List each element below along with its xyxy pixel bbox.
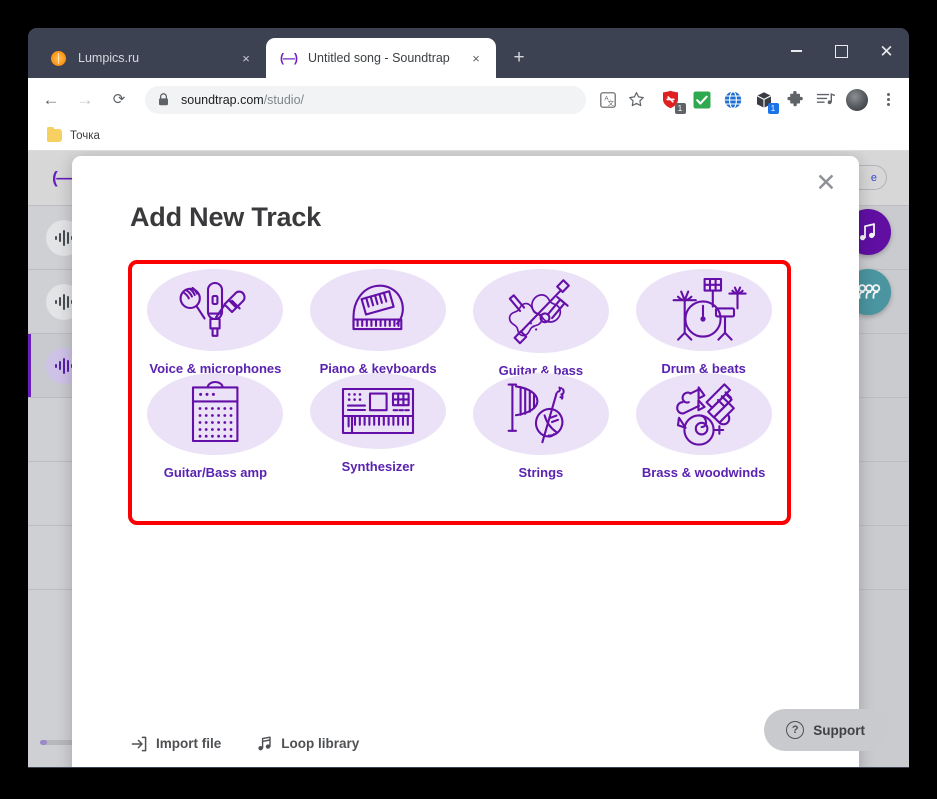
forward-arrow-icon: → [76,90,94,109]
extension-icons: 1 1 [655,87,901,114]
tab-close-button[interactable]: × [236,48,256,68]
back-button[interactable]: ← [36,85,66,115]
folder-icon [47,126,62,142]
window-controls: ✕ [774,28,909,74]
import-file-icon [130,735,147,752]
reload-button[interactable]: ⟳ [104,85,134,115]
loop-library-icon [255,735,272,752]
browser-window: Lumpics.ru × (—) Untitled song - Soundtr… [28,28,909,768]
footer-link-label: Loop library [281,736,360,751]
back-arrow-icon: ← [42,90,60,109]
music-list-extension-icon[interactable] [813,87,839,113]
three-dots-icon[interactable] [875,87,901,113]
address-bar-text: soundtrap.com/studio/ [181,93,304,107]
desktop-background: Lumpics.ru × (—) Untitled song - Soundtr… [0,0,937,799]
bookmark-label: Точка [70,129,100,142]
tab-lumpics[interactable]: Lumpics.ru × [36,38,266,78]
question-mark-icon: ? [786,721,805,739]
translate-icon[interactable]: A 文 [595,87,621,113]
box-extension-icon[interactable]: 1 [751,87,779,114]
new-tab-button[interactable]: + [504,43,534,73]
support-button[interactable]: ? Support [764,709,887,751]
window-minimize-button[interactable] [774,28,819,74]
import-file-button[interactable]: Import file [130,735,221,752]
tab-strip: Lumpics.ru × (—) Untitled song - Soundtr… [28,28,909,78]
tab-title: Lumpics.ru [78,51,140,65]
window-close-button[interactable]: ✕ [864,28,909,74]
support-label: Support [813,722,865,738]
orange-circle-icon [50,50,67,67]
tab-close-button[interactable]: × [466,48,486,68]
svg-text:文: 文 [608,98,615,107]
bookmark-item-tochka[interactable]: Точка [40,124,107,148]
page-viewport: (—) e ✕ Add New Track Voice & microphone… [28,151,909,767]
reload-icon: ⟳ [112,91,126,108]
checkmark-extension-icon[interactable] [689,87,715,113]
lock-icon [157,93,170,106]
browser-toolbar: ← → ⟳ soundtrap.com/studio/ A 文 1 1 [28,78,909,121]
window-maximize-button[interactable] [819,28,864,74]
globe-extension-icon[interactable] [720,87,746,113]
forward-button[interactable]: → [70,85,100,115]
modal-overlay: ✕ Add New Track Voice & microphones Pian… [28,151,909,767]
address-bar[interactable]: soundtrap.com/studio/ [145,85,586,114]
extension-badge: 1 [674,102,686,114]
adblock-extension-icon[interactable]: 1 [658,87,686,114]
close-icon[interactable]: ✕ [809,166,843,200]
add-new-track-modal: ✕ Add New Track Voice & microphones Pian… [72,156,859,767]
extension-badge: 1 [767,102,779,114]
highlight-annotation-box [128,260,791,525]
url-path: /studio/ [263,92,304,107]
page-title: Add New Track [130,202,321,232]
bookmarks-bar: Точка [28,121,909,151]
url-host: soundtrap.com [181,92,264,107]
loop-library-button[interactable]: Loop library [255,735,359,752]
modal-footer: Import file Loop library [130,735,393,752]
tab-title: Untitled song - Soundtrap [308,51,450,65]
star-icon[interactable] [623,87,649,113]
soundtrap-icon: (—) [280,51,298,65]
footer-link-label: Import file [156,736,222,751]
tab-soundtrap[interactable]: (—) Untitled song - Soundtrap × [266,38,496,78]
profile-avatar-icon[interactable] [844,87,870,113]
puzzle-extensions-icon[interactable] [782,87,808,113]
